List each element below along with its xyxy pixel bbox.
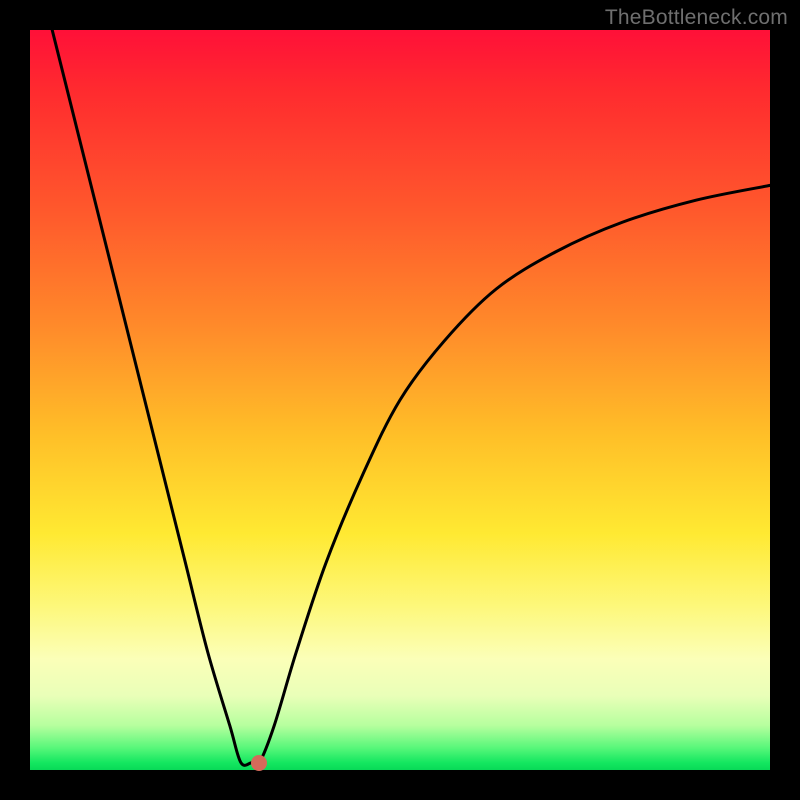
bottleneck-curve bbox=[52, 30, 770, 765]
watermark-text: TheBottleneck.com bbox=[605, 6, 788, 30]
plot-area bbox=[30, 30, 770, 770]
curve-svg bbox=[30, 30, 770, 770]
min-marker bbox=[251, 755, 267, 771]
chart-frame: TheBottleneck.com bbox=[0, 0, 800, 800]
